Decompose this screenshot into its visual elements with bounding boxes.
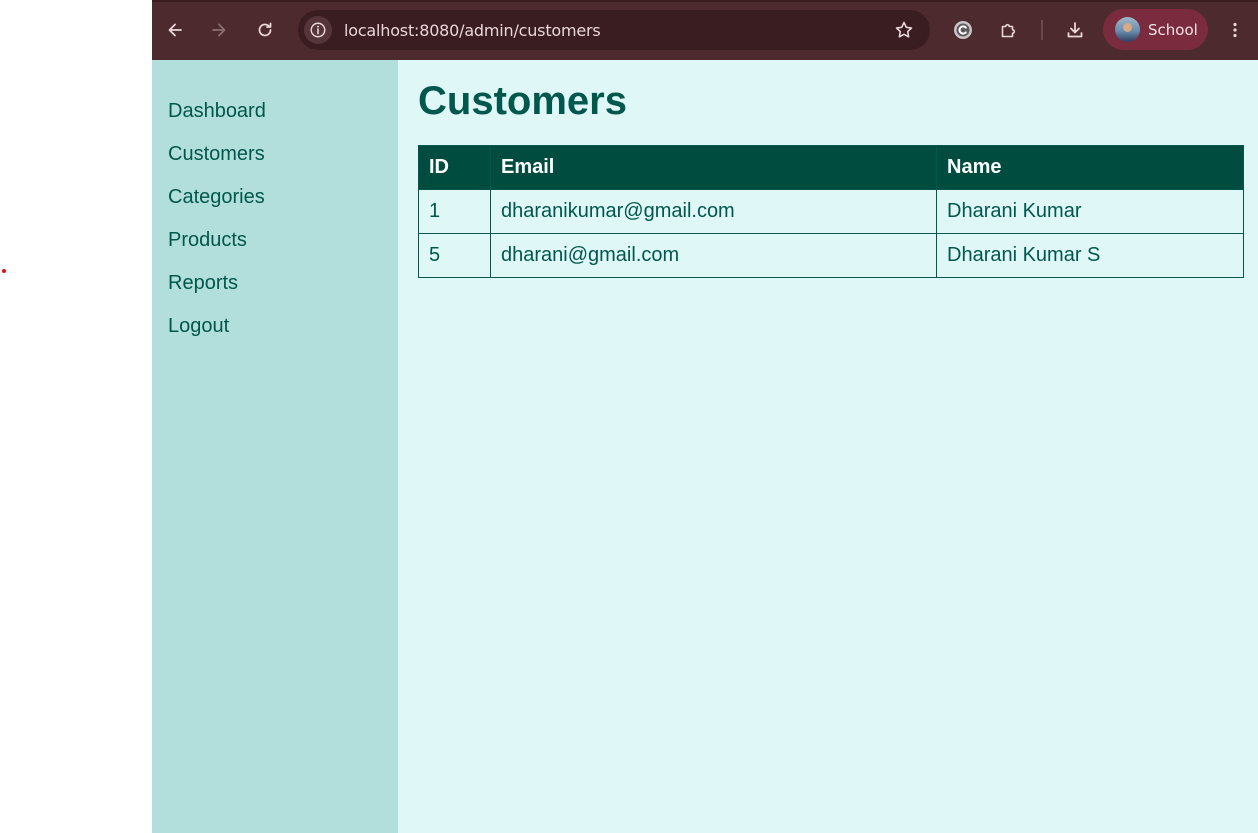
cell-id: 5 (418, 233, 491, 278)
site-info-button[interactable] (304, 16, 332, 44)
back-arrow-icon (168, 23, 182, 37)
column-header-name: Name (936, 145, 1244, 190)
extensions-button[interactable] (994, 15, 1024, 45)
profile-name: School (1148, 21, 1198, 39)
reload-icon (258, 22, 272, 37)
cell-name: Dharani Kumar (936, 189, 1244, 234)
download-icon (1067, 22, 1083, 38)
sidebar-item-reports[interactable]: Reports (168, 272, 238, 295)
page-content: Dashboard Customers Categories Products … (152, 60, 1258, 833)
address-bar[interactable]: localhost:8080/admin/customers (298, 10, 930, 50)
back-button[interactable] (160, 15, 190, 45)
sidebar-item-dashboard[interactable]: Dashboard (168, 100, 266, 123)
site-info-icon (310, 22, 326, 38)
sidebar-item-customers[interactable]: Customers (168, 143, 265, 166)
page-title: Customers (418, 79, 627, 123)
toolbar-divider (1041, 20, 1043, 40)
reload-button[interactable] (250, 15, 280, 45)
main-panel: Customers ID Email Name 1 dharanikumar@g… (398, 60, 1258, 833)
extension-c-button[interactable] (948, 15, 978, 45)
browser-toolbar: localhost:8080/admin/customers School (152, 0, 1258, 60)
table-row: 1 dharanikumar@gmail.com Dharani Kumar (418, 189, 1244, 234)
browser-menu-button[interactable] (1220, 15, 1250, 45)
extension-c-icon (954, 21, 972, 39)
cell-name: Dharani Kumar S (936, 233, 1244, 278)
downloads-button[interactable] (1060, 15, 1090, 45)
sidebar-item-categories[interactable]: Categories (168, 186, 265, 209)
customers-table: ID Email Name 1 dharanikumar@gmail.com D… (418, 145, 1244, 278)
kebab-menu-icon (1233, 22, 1237, 38)
avatar (1115, 17, 1140, 42)
cell-id: 1 (418, 189, 491, 234)
tab-strip-edge (152, 0, 1258, 2)
extensions-puzzle-icon (1001, 23, 1016, 38)
cell-email: dharanikumar@gmail.com (490, 189, 937, 234)
stray-red-dot (2, 269, 6, 273)
profile-button[interactable]: School (1103, 9, 1208, 50)
cell-email: dharani@gmail.com (490, 233, 937, 278)
column-header-email: Email (490, 145, 937, 190)
sidebar-item-logout[interactable]: Logout (168, 315, 229, 338)
bookmark-star-icon[interactable] (894, 20, 914, 40)
forward-button[interactable] (204, 15, 234, 45)
sidebar-item-products[interactable]: Products (168, 229, 247, 252)
table-header-row: ID Email Name (418, 145, 1244, 190)
column-header-id: ID (418, 145, 491, 190)
table-row: 5 dharani@gmail.com Dharani Kumar S (418, 233, 1244, 278)
url-text[interactable]: localhost:8080/admin/customers (344, 21, 601, 40)
sidebar: Dashboard Customers Categories Products … (152, 60, 398, 833)
browser-window: localhost:8080/admin/customers School Da… (152, 0, 1258, 833)
forward-arrow-icon (212, 23, 226, 37)
